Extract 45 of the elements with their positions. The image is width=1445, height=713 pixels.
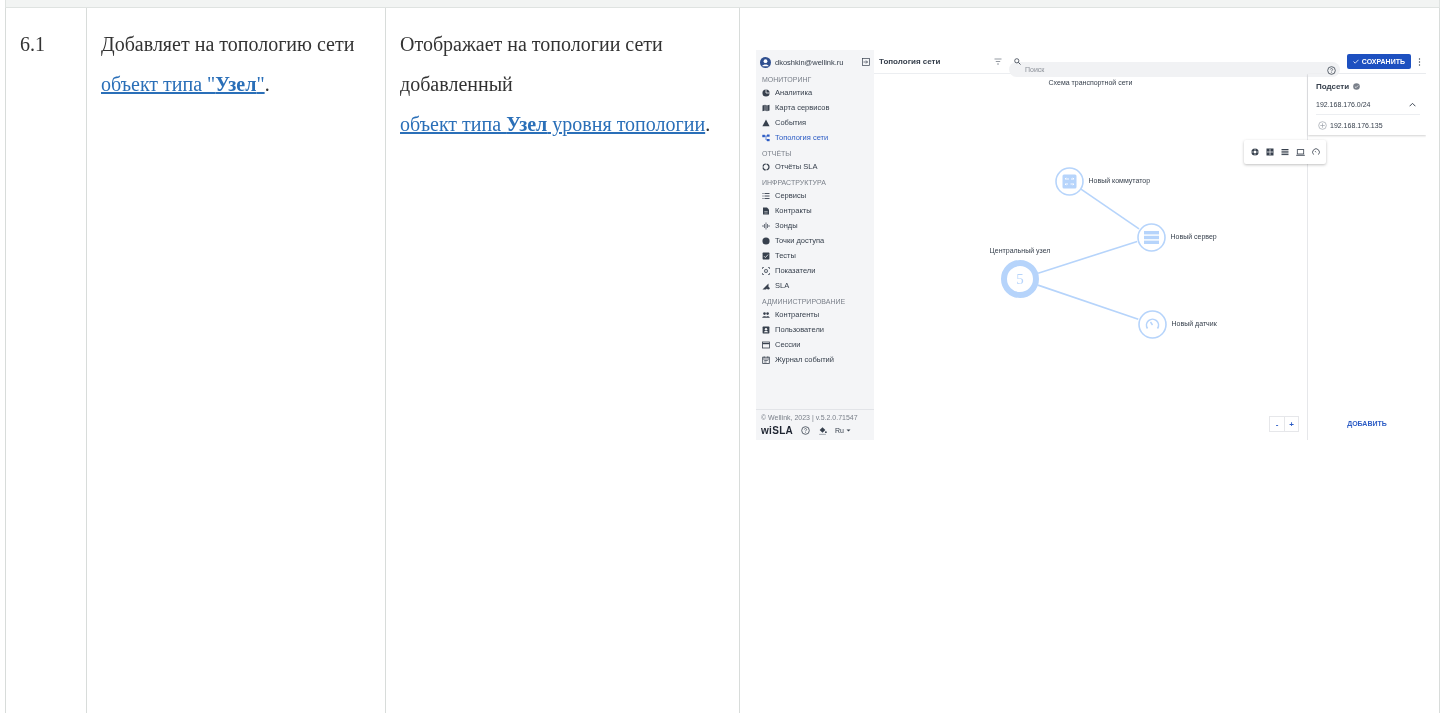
connection-line bbox=[1080, 188, 1140, 230]
dot-icon bbox=[762, 236, 770, 245]
avatar-icon[interactable] bbox=[760, 56, 771, 68]
check-circle-icon bbox=[1353, 83, 1361, 90]
calendar-icon bbox=[762, 355, 770, 364]
list-icon bbox=[762, 191, 770, 200]
target-icon bbox=[762, 266, 770, 275]
add-circle-icon bbox=[1318, 120, 1327, 130]
people-icon bbox=[762, 310, 770, 319]
object-link[interactable]: объект типа Узел уровня топологии bbox=[400, 113, 706, 135]
map-icon bbox=[762, 103, 770, 112]
grid-icon[interactable] bbox=[1265, 148, 1274, 156]
step-number: 6.1 bbox=[20, 33, 45, 55]
server-node-icon[interactable] bbox=[1136, 222, 1166, 252]
result-description: Отображает на топологии сети добавленный объект типа Узел уровня топологии. bbox=[400, 32, 712, 138]
paint-bucket-icon[interactable] bbox=[818, 426, 828, 435]
logout-icon[interactable] bbox=[862, 58, 870, 66]
filter-icon[interactable] bbox=[994, 58, 1002, 65]
page-title: Топология сети bbox=[879, 57, 942, 66]
gauge-node-icon[interactable] bbox=[1137, 309, 1167, 339]
caret-icon bbox=[846, 429, 851, 432]
panel-title: Подсети bbox=[1316, 82, 1350, 91]
action-description: Добавляет на топологию сети объект типа "Узел". bbox=[101, 32, 356, 97]
waveform-icon bbox=[762, 221, 770, 230]
person-card-icon bbox=[762, 325, 770, 334]
list-icon[interactable] bbox=[1280, 148, 1289, 156]
more-icon[interactable] bbox=[1418, 57, 1421, 66]
globe-icon[interactable] bbox=[1250, 148, 1259, 156]
pie-chart-icon bbox=[762, 88, 770, 97]
window-icon bbox=[762, 340, 770, 349]
check-icon bbox=[1352, 59, 1359, 64]
search-icon bbox=[1014, 58, 1021, 65]
checklist-icon bbox=[762, 251, 770, 260]
switch-node-icon[interactable] bbox=[1054, 166, 1084, 196]
document-icon bbox=[762, 206, 770, 215]
laptop-icon[interactable] bbox=[1295, 148, 1305, 156]
ring-icon bbox=[762, 162, 770, 171]
gauge-icon[interactable] bbox=[1311, 148, 1320, 156]
object-link[interactable]: объект типа "Узел" bbox=[101, 73, 265, 95]
help-icon[interactable] bbox=[801, 426, 811, 435]
logo: wiSLA bbox=[761, 425, 794, 436]
warning-icon bbox=[762, 118, 770, 127]
hierarchy-icon bbox=[762, 133, 770, 142]
help-icon[interactable] bbox=[1326, 66, 1336, 75]
signal-gear-icon bbox=[762, 281, 770, 290]
